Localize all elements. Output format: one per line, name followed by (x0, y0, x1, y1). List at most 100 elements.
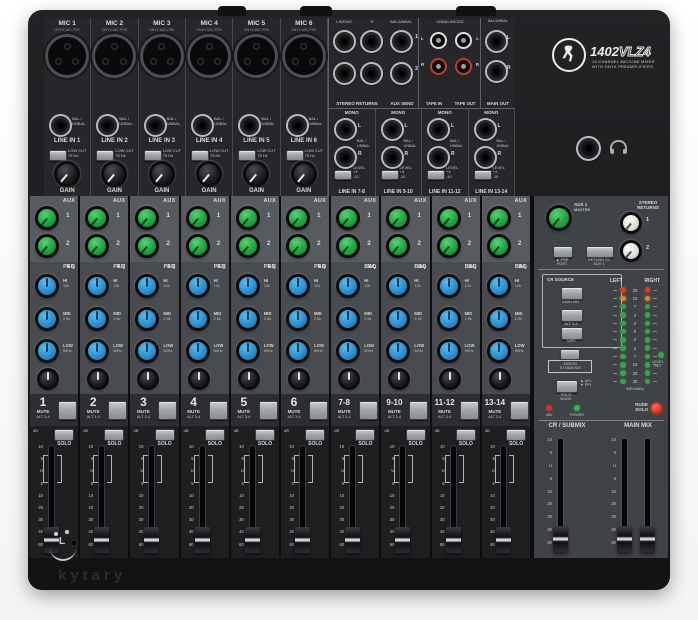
channel-number: 1 (30, 395, 56, 409)
pan-knob (188, 368, 210, 390)
eq-low-freq: 80Hz (414, 349, 429, 354)
fader-scale-label: 10 (239, 445, 244, 449)
pan-header: PAN (214, 264, 226, 270)
fader-scale-label: 30 (139, 518, 144, 522)
pan-knob (489, 368, 511, 390)
eq-hi-label: HI (63, 278, 67, 283)
solo-mode-button (556, 380, 578, 393)
eq-low-label: LOW (515, 343, 525, 348)
eq-section: EQ HI12k MID2.5k LOW80Hz PAN (80, 262, 128, 394)
pan-knob (37, 368, 59, 390)
smiley-eye (65, 530, 69, 534)
eq-mid-freq: 2.5k (214, 317, 229, 322)
meter-scale-value: 10 (629, 362, 642, 367)
meter-row: 2 (604, 319, 666, 327)
bal-unbal-label: BAL / UNBAL (261, 117, 274, 126)
fader-scale-label: 10 (38, 445, 43, 449)
channel-fader: 105U51020304060 (232, 441, 278, 557)
fader-scale-label: 20 (611, 502, 616, 506)
fader-scale-label: 40 (490, 530, 495, 534)
eq-hi-label: HI (314, 278, 318, 283)
eq-low-knob (487, 339, 511, 363)
master-section: AUX 1MASTER ▲ PREPOST RETURN TOAUX 1 STE… (532, 196, 668, 560)
meter-led-left (620, 362, 626, 368)
fader-section: dB SOLO 105U51020304060 (130, 426, 178, 560)
meter-led-left (620, 379, 626, 385)
mute-label: MUTE (331, 409, 357, 414)
tape-l-label-right: L (476, 36, 479, 41)
fader-scale-label: U (613, 464, 616, 468)
aux1-label: 1 (367, 212, 371, 219)
meter-led-right (645, 321, 651, 327)
lowcut-button (238, 150, 256, 161)
pre-post-button (553, 246, 573, 258)
gain-label: GAIN (281, 188, 327, 194)
meter-headers: LEFT RIGHT (604, 278, 666, 284)
solo-button (305, 429, 325, 441)
eq-mid-freq: 2.5k (465, 317, 480, 322)
mute-label: MUTE (181, 409, 207, 414)
lowcut-button (191, 150, 209, 161)
eq-low-label: LOW (214, 343, 224, 348)
mic-label: MIC 2 (91, 20, 137, 27)
eq-mid-knob (85, 307, 109, 331)
channel-strip: AUX 1 2 EQ HI12k MID2.5k LOW80Hz BAL 9-1… (381, 196, 431, 560)
meter-led-ladder: 20107420247102030 (604, 286, 666, 386)
smiley-eye (54, 532, 58, 536)
fader-scale-label: 40 (89, 530, 94, 534)
level-lo-label: -10 (493, 174, 499, 179)
fader-scale-label: 30 (490, 518, 495, 522)
eq-low-knob (35, 339, 59, 363)
fader-scale-label: 10 (490, 445, 495, 449)
l-label: L (498, 123, 501, 129)
aux2-label: 2 (518, 240, 522, 247)
aux-section: AUX 1 2 (80, 196, 128, 262)
channel-strip: AUX 1 2 EQ HI12k MID2.5k LOW80Hz BAL 7-8… (331, 196, 381, 560)
aux-section: AUX 1 2 (30, 196, 78, 262)
return-to-aux1-label: RETURN TOAUX 1 (580, 258, 618, 267)
meter-scale-value: 10 (629, 296, 642, 301)
line-in-label: LINE IN 3 (139, 138, 185, 144)
aux2-knob (336, 234, 360, 258)
stereo-line-in-section: MONO L BAL / UNBAL R LEVEL+4-10 LINE IN … (469, 109, 516, 197)
aux2-knob (437, 234, 461, 258)
aux2-label: 2 (267, 240, 271, 247)
aux-section: AUX 1 2 (130, 196, 178, 262)
mute-section: 2 MUTE ALT 3-4 (80, 394, 128, 426)
channel-number: 4 (181, 395, 207, 409)
main-out-l-jack-icon (485, 30, 508, 53)
eq-hi-knob (336, 274, 360, 298)
fader-scale-label: 5 (550, 451, 552, 455)
fader-scale-label: 5 (614, 477, 616, 481)
fader-scale-label: 10 (189, 445, 194, 449)
fader-scale-label: 5 (442, 482, 444, 486)
tape-l-label: L (421, 36, 424, 41)
meter-led-right (645, 337, 651, 343)
left-jack-icon (334, 118, 357, 141)
bal-unbal-label: BAL / UNBAL (450, 139, 463, 148)
smiley-nose: L (59, 536, 65, 547)
mute-button (309, 401, 328, 420)
eq-section: EQ HI12k MID2.5k LOW80Hz PAN (30, 262, 78, 394)
knob-cap (152, 164, 172, 184)
eq-hi-label: HI (214, 278, 218, 283)
aux1-label: 1 (317, 212, 321, 219)
eq-low-freq: 80Hz (113, 349, 128, 354)
solo-button (456, 429, 476, 441)
aux2-knob (286, 234, 310, 258)
eq-mid-label: MID (414, 311, 422, 316)
channel-strip: AUX 1 2 EQ HI12k MID2.5k LOW80Hz PAN 6 M… (281, 196, 331, 560)
meter-led-right (645, 312, 651, 318)
eq-mid-knob (286, 307, 310, 331)
fader-scale: 105U51020304060 (232, 445, 245, 551)
stereo-line-in-row: MONO L BAL / UNBAL R LEVEL+4-10 LINE IN … (328, 108, 515, 197)
cr-source-tape-label: TAPE (551, 339, 591, 343)
alt-label: ALT 3-4 (231, 415, 257, 419)
eq-hi-freq: 12k (264, 284, 279, 289)
fader-scale-label: 60 (340, 543, 345, 547)
aux-header: AUX (314, 198, 327, 204)
bal-unbal-label: BAL / UNBAL (167, 117, 180, 126)
kytary-smiley-watermark: L (48, 526, 84, 566)
left-jack-icon (381, 118, 404, 141)
pan-header: BAL (414, 264, 426, 270)
